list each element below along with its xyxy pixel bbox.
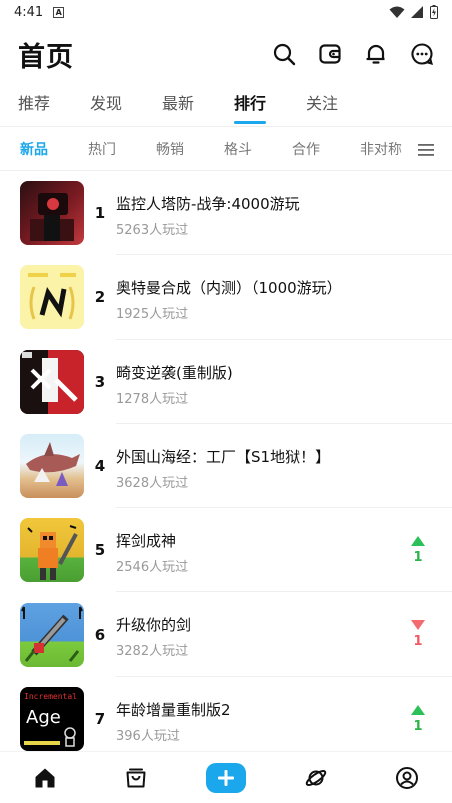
game-title: 挥剑成神 [116,532,177,551]
play-count: 3282人玩过 [116,644,189,660]
profile-icon[interactable] [387,758,427,798]
page-title: 首页 [18,41,74,73]
play-count: 3628人玩过 [116,475,189,491]
rank-change-up: 1 [410,704,426,734]
game-thumbnail [20,434,84,499]
category-tab-bestselling[interactable]: 畅销 [156,139,224,159]
list-item[interactable]: 1 监控人塔防-战争:4000游玩 5263人玩过 [0,171,452,256]
category-tab-coop[interactable]: 合作 [292,139,360,159]
play-count: 2546人玩过 [116,560,189,576]
status-time: 4:41 [14,4,44,20]
play-count: 396人玩过 [116,728,180,744]
play-count: 1278人玩过 [116,391,189,407]
game-thumbnail [20,518,84,583]
category-tab-hot[interactable]: 热门 [88,139,156,159]
rank-number: 2 [94,288,106,307]
main-tab-bar: 推荐 发现 最新 排行 关注 [0,84,452,126]
game-thumbnail [20,602,84,667]
game-title: 外国山海经：工厂【S1地狱！】 [116,447,331,466]
game-title: 年龄增量重制版2 [116,700,231,719]
add-button[interactable] [205,758,246,798]
rank-number: 7 [94,709,106,728]
tab-recommend[interactable]: 推荐 [18,84,90,120]
category-menu-icon[interactable] [414,140,438,160]
ranking-list: 1 监控人塔防-战争:4000游玩 5263人玩过 2 奥特曼合成（内测）（10… [0,171,452,751]
rank-number: 3 [94,372,106,391]
bell-icon[interactable] [364,42,388,66]
rank-number: 6 [94,625,106,644]
game-title: 监控人塔防-战争:4000游玩 [116,195,300,213]
rank-number: 1 [94,204,106,223]
signal-icon [411,5,423,18]
message-icon[interactable] [410,42,434,66]
list-item[interactable]: 3 畸变逆袭(重制版) 1278人玩过 [0,340,452,424]
category-tab-asymmetric[interactable]: 非对称 [360,139,404,159]
search-icon[interactable] [272,42,296,66]
game-thumbnail [20,349,84,414]
game-title: 奥特曼合成（内测）（1000游玩） [116,279,342,298]
header: 首页 [0,30,452,78]
game-title: 畸变逆袭(重制版) [116,363,233,382]
list-item[interactable]: 6 升级你的剑 3282人玩过 1 [0,592,452,677]
bottom-nav [0,751,452,803]
play-count: 5263人玩过 [116,223,189,238]
game-thumbnail [20,265,84,330]
tab-discover[interactable]: 发现 [90,84,162,120]
arrow-up-icon [411,536,425,547]
wifi-icon [389,6,405,18]
play-count: 1925人玩过 [116,307,189,323]
rank-change-up: 1 [410,536,426,565]
rank-change-down: 1 [410,620,426,649]
tab-latest[interactable]: 最新 [162,84,234,120]
category-tab-fighting[interactable]: 格斗 [224,139,292,159]
game-title: 升级你的剑 [116,616,192,635]
list-item[interactable]: 2 奥特曼合成（内测）（1000游玩） 1925人玩过 [0,255,452,340]
rank-number: 4 [94,457,106,476]
game-thumbnail: Incremental Age [20,686,84,751]
rank-number: 5 [94,541,106,560]
home-icon[interactable] [25,758,65,798]
list-item[interactable]: 5 挥剑成神 2546人玩过 1 [0,508,452,593]
arrow-down-icon [411,620,425,631]
thumb-text-incremental: Incremental [24,692,77,701]
thumb-text-age: Age [26,707,61,728]
list-item[interactable]: Incremental Age 7 年龄增量重制版2 396人玩过 1 [0,677,452,751]
rank-change-value: 1 [413,634,423,650]
status-bar: 4:41 A [0,0,452,24]
tab-ranking[interactable]: 排行 [234,84,306,124]
game-thumbnail [20,181,84,246]
battery-icon [430,5,438,19]
rank-change-value: 1 [413,718,423,734]
tab-following[interactable]: 关注 [306,84,378,120]
category-tab-new[interactable]: 新品 [20,139,88,159]
wallet-icon[interactable] [318,42,342,66]
notification-badge-icon: A [53,6,65,18]
planet-icon[interactable] [296,758,336,798]
list-item[interactable]: 4 外国山海经：工厂【S1地狱！】 3628人玩过 [0,424,452,509]
rank-change-value: 1 [413,550,423,566]
shop-icon[interactable] [116,758,156,798]
category-tab-bar: 新品 热门 畅销 格斗 合作 非对称 [0,126,452,171]
add-icon[interactable] [205,762,246,793]
arrow-up-icon [411,704,425,715]
